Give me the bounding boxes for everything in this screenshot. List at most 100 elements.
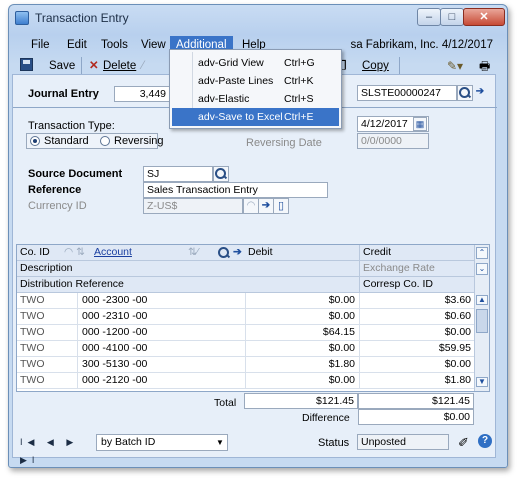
menu-item-elastic[interactable]: adv-Elastic Ctrl+S	[172, 90, 339, 108]
menu-item-shortcut: Ctrl+K	[284, 75, 314, 87]
co-id-lookup-icon[interactable]: ◠ ⇅	[61, 245, 91, 260]
row-debit: $0.00	[328, 342, 355, 354]
row-debit: $1.80	[328, 358, 355, 370]
menu-item-shortcut: Ctrl+E	[284, 111, 314, 123]
col-corresp-co-id: Corresp Co. ID	[359, 277, 469, 292]
help-icon[interactable]: ?	[478, 434, 492, 448]
row-account: 000 -2120 -00	[82, 374, 148, 386]
account-expand-icon: ➔	[233, 246, 242, 258]
transaction-type-label: Transaction Type:	[28, 120, 115, 132]
grid-header-row-2: Description Exchange Rate	[17, 261, 475, 277]
batch-id-field[interactable]: SLSTE00000247	[357, 85, 457, 101]
table-row[interactable]: TWO 000 -2300 -00 $0.00 $3.60	[17, 293, 475, 309]
batch-lookup-button[interactable]	[457, 85, 473, 101]
source-document-lookup[interactable]	[213, 166, 229, 182]
currency-expand-arrow-icon[interactable]: ➔	[258, 198, 274, 214]
journal-entry-field[interactable]: 3,449	[114, 86, 170, 102]
currency-lookup: ◠	[243, 198, 259, 214]
currency-id-field: Z-US$	[143, 198, 243, 214]
scroll-down-icon[interactable]: ▼	[476, 377, 488, 387]
title-bar[interactable]: Transaction Entry – □ ✕	[9, 5, 507, 31]
row-account: 300 -5130 -00	[82, 358, 148, 370]
standard-label: Standard	[44, 135, 89, 147]
collapse-rows-icon[interactable]: ⌃	[476, 247, 488, 259]
source-document-field[interactable]: SJ	[143, 166, 213, 182]
grid-scrollbar[interactable]: ⌃ ⌄ ▲ ▼	[474, 245, 489, 391]
reversing-date-label: Reversing Date	[246, 137, 322, 149]
distribution-grid: Co. ID ◠ ⇅ Account ⇅⁄ ➔ Debit Credit Des…	[16, 244, 490, 392]
close-button[interactable]: ✕	[463, 8, 505, 26]
menu-item-save-to-excel[interactable]: adv-Save to Excel Ctrl+E	[172, 108, 339, 126]
menu-item-grid-view[interactable]: adv-Grid View Ctrl+G	[172, 54, 339, 72]
company-date-label: sa Fabrikam, Inc. 4/12/2017	[350, 39, 493, 51]
toolbar-separator	[81, 57, 82, 75]
reference-label: Reference	[28, 184, 82, 196]
maximize-button[interactable]: □	[440, 8, 464, 26]
save-button[interactable]: Save	[49, 57, 75, 75]
print-icon[interactable]: 🖶	[479, 57, 490, 75]
col-account[interactable]: Account	[91, 245, 171, 260]
lookup-icon	[217, 246, 231, 260]
menu-view[interactable]: View	[135, 36, 172, 54]
row-credit: $0.00	[444, 326, 471, 338]
expand-rows-icon[interactable]: ⌄	[476, 263, 488, 275]
chevron-down-icon: ▼	[216, 438, 224, 447]
menu-edit[interactable]: Edit	[61, 36, 93, 54]
calendar-icon[interactable]: ▦	[413, 117, 427, 131]
grid-header-row-3: Distribution Reference Corresp Co. ID	[17, 277, 475, 293]
app-icon	[15, 11, 29, 25]
table-row[interactable]: TWO 000 -1200 -00 $64.15 $0.00	[17, 325, 475, 341]
note-icon[interactable]: ✐	[458, 435, 469, 451]
menu-item-paste-lines[interactable]: adv-Paste Lines Ctrl+K	[172, 72, 339, 90]
reference-field[interactable]: Sales Transaction Entry	[143, 182, 328, 198]
menu-item-shortcut: Ctrl+G	[284, 57, 315, 69]
row-account: 000 -2300 -00	[82, 294, 148, 306]
source-document-label: Source Document	[28, 168, 123, 180]
table-row[interactable]: TWO 000 -4100 -00 $0.00 $59.95	[17, 341, 475, 357]
total-credit: $121.45	[358, 393, 474, 409]
minimize-button[interactable]: –	[417, 8, 441, 26]
row-credit: $0.00	[444, 358, 471, 370]
save-icon[interactable]	[20, 58, 33, 71]
menu-file[interactable]: File	[25, 36, 56, 54]
lookup-icon	[458, 86, 472, 100]
record-navigation-buttons[interactable]: I◀ ◀ ▶ ▶I	[20, 433, 100, 465]
void-icon[interactable]: ⁄	[142, 57, 144, 75]
options-icon[interactable]: ✎▾	[447, 57, 463, 75]
table-row[interactable]: TWO 000 -2120 -00 $0.00 $1.80	[17, 373, 475, 389]
currency-id-label: Currency ID	[28, 200, 87, 212]
row-account: 000 -4100 -00	[82, 342, 148, 354]
total-label: Total	[214, 397, 237, 409]
total-debit: $121.45	[244, 393, 358, 409]
difference-value: $0.00	[358, 409, 474, 425]
table-row[interactable]: TWO 000 -2310 -00 $0.00 $0.60	[17, 309, 475, 325]
scroll-thumb[interactable]	[476, 309, 488, 333]
row-credit: $0.60	[444, 310, 471, 322]
reversing-label: Reversing	[114, 135, 164, 147]
reversing-radio[interactable]	[100, 136, 110, 146]
status-field: Unposted	[357, 434, 449, 450]
browse-order-select[interactable]: by Batch ID ▼	[96, 434, 228, 451]
col-debit: Debit	[248, 246, 273, 258]
row-debit: $0.00	[328, 310, 355, 322]
toolbar-separator	[399, 57, 400, 75]
lookup-icon	[214, 167, 228, 181]
expand-arrow-icon[interactable]: ➔	[472, 85, 488, 101]
grid-header-row-1: Co. ID ◠ ⇅ Account ⇅⁄ ➔ Debit Credit	[17, 245, 475, 261]
currency-note-icon[interactable]: ▯	[273, 198, 289, 214]
menu-item-label: adv-Paste Lines	[198, 75, 274, 87]
delete-button[interactable]: Delete	[103, 57, 136, 75]
table-row[interactable]: TWO 300 -5130 -00 $1.80 $0.00	[17, 357, 475, 373]
standard-radio[interactable]	[30, 136, 40, 146]
row-credit: $59.95	[438, 342, 471, 354]
menu-item-label: adv-Elastic	[198, 93, 250, 105]
copy-button[interactable]: Copy	[362, 57, 389, 75]
account-tools-icon[interactable]: ⇅⁄	[185, 245, 215, 260]
journal-entry-label: Journal Entry	[28, 88, 99, 100]
menu-tools[interactable]: Tools	[95, 36, 134, 54]
account-lookup-icon[interactable]: ➔	[215, 245, 245, 260]
reversing-date-field: 0/0/0000	[357, 133, 429, 149]
scroll-up-icon[interactable]: ▲	[476, 295, 488, 305]
delete-icon[interactable]: ✕	[89, 57, 99, 75]
row-credit: $3.60	[444, 294, 471, 306]
